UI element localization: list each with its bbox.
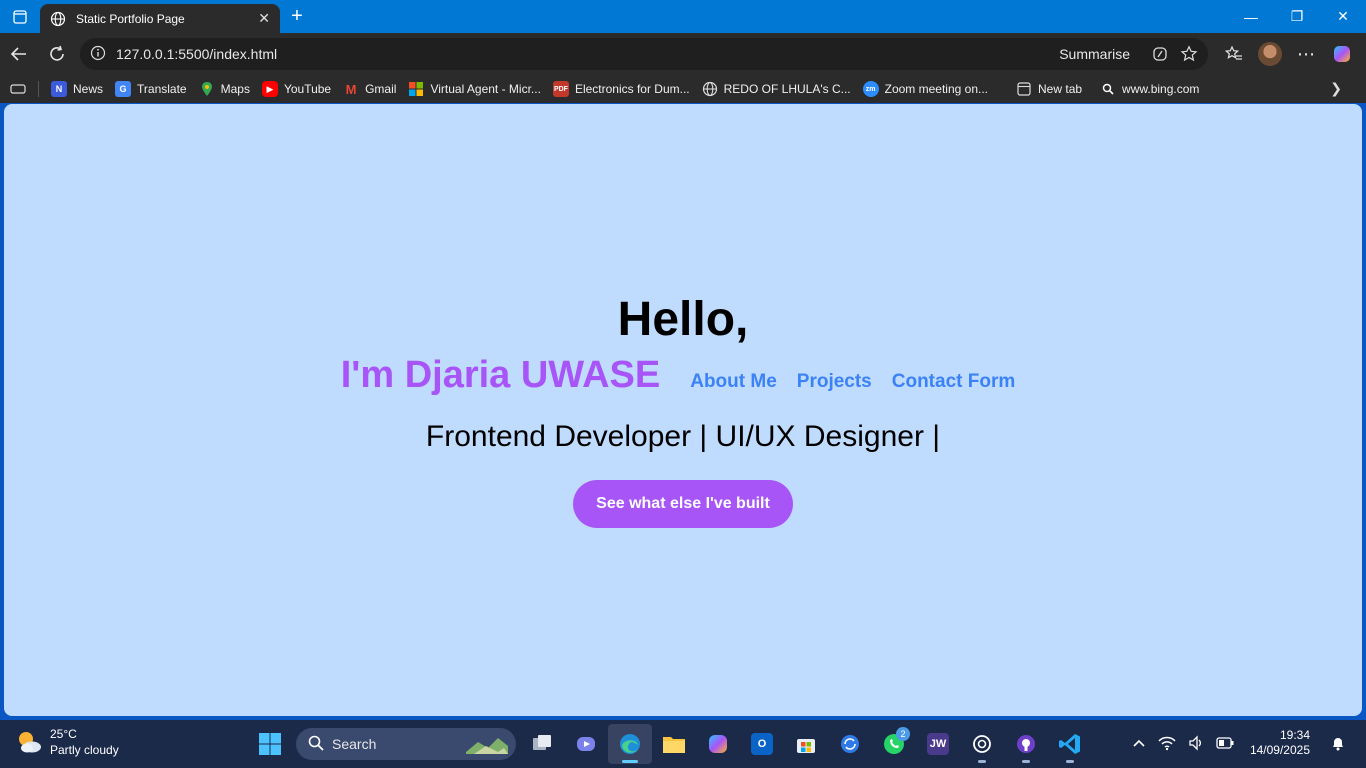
news-icon: N: [51, 81, 67, 97]
see-projects-button[interactable]: See what else I've built: [573, 480, 793, 528]
favorite-maps[interactable]: Maps: [199, 81, 250, 97]
close-tab-icon[interactable]: ✕: [258, 10, 270, 27]
browser-toolbar: 127.0.0.1:5500/index.html Summarise ⋯: [0, 33, 1366, 75]
summarise-button[interactable]: Summarise: [1059, 46, 1130, 62]
favorite-translate[interactable]: G Translate: [115, 81, 187, 97]
maps-icon: [199, 81, 215, 97]
globe-icon: [702, 81, 718, 97]
microsoft-icon: [408, 81, 424, 97]
taskbar-search[interactable]: Search: [296, 728, 516, 760]
wifi-icon[interactable]: [1158, 735, 1176, 751]
start-button[interactable]: [248, 724, 292, 764]
volume-icon[interactable]: [1188, 735, 1204, 751]
notification-bell-icon[interactable]: [1330, 735, 1346, 751]
new-tab-button[interactable]: +: [280, 0, 314, 33]
clock[interactable]: 19:34 14/09/2025: [1250, 728, 1310, 758]
favorite-electronics[interactable]: PDF Electronics for Dum...: [552, 81, 690, 97]
favorite-gmail[interactable]: M Gmail: [343, 81, 397, 97]
chevron-right-icon[interactable]: ❯: [1330, 80, 1342, 97]
favorites-bar: N News G Translate Maps ▶ YouTube M Gmai…: [0, 75, 1366, 103]
whatsapp-badge: 2: [896, 727, 910, 741]
newtab-icon: [1016, 81, 1032, 97]
favorite-new-tab[interactable]: New tab: [1016, 81, 1082, 97]
temperature: 25°C: [50, 727, 77, 741]
partly-cloudy-icon: [14, 727, 44, 757]
favorite-bing[interactable]: www.bing.com: [1100, 81, 1199, 97]
sync-app-icon[interactable]: [828, 724, 872, 764]
favorite-news[interactable]: N News: [51, 81, 103, 97]
taskbar-apps: Search O 2 JW: [248, 724, 1092, 764]
clock-time: 19:34: [1279, 728, 1310, 742]
favorite-youtube[interactable]: ▶ YouTube: [261, 81, 331, 97]
whatsapp-icon[interactable]: 2: [872, 724, 916, 764]
edge-browser-icon[interactable]: [608, 724, 652, 764]
back-icon[interactable]: [0, 38, 38, 70]
url-text[interactable]: 127.0.0.1:5500/index.html: [116, 46, 1059, 62]
vscode-icon[interactable]: [1048, 724, 1092, 764]
zoom-icon: zm: [862, 81, 879, 97]
copilot-icon[interactable]: [1324, 38, 1360, 70]
minimize-icon[interactable]: —: [1228, 0, 1274, 33]
gmail-icon: M: [345, 81, 357, 97]
search-highlight-icon: [464, 734, 510, 759]
role-subtitle: Frontend Developer | UI/UX Designer |: [425, 420, 941, 453]
name-heading: I'm Djaria UWASE: [340, 354, 661, 396]
refresh-icon[interactable]: [38, 38, 76, 70]
greeting-heading: Hello,: [617, 293, 749, 346]
profile-avatar[interactable]: [1252, 38, 1288, 70]
copilot-page-icon[interactable]: [1152, 46, 1168, 62]
tab-static-portfolio[interactable]: Static Portfolio Page ✕: [40, 4, 280, 33]
favorites-icon[interactable]: [1216, 38, 1252, 70]
teams-chat-icon[interactable]: [564, 724, 608, 764]
task-view-icon[interactable]: [520, 724, 564, 764]
tab-title: Static Portfolio Page: [76, 11, 185, 26]
nav-about-me[interactable]: About Me: [690, 371, 777, 393]
chatgpt-icon[interactable]: [960, 724, 1004, 764]
clock-date: 14/09/2025: [1249, 743, 1310, 757]
page-viewport: Hello, I'm Djaria UWASE About Me Project…: [4, 104, 1362, 716]
site-info-icon[interactable]: [90, 45, 106, 64]
chevron-up-icon[interactable]: [1132, 736, 1146, 750]
copilot-app-icon[interactable]: [696, 724, 740, 764]
system-tray: 19:34 14/09/2025: [1126, 728, 1352, 758]
github-icon[interactable]: [1004, 724, 1048, 764]
weather-widget[interactable]: 25°C Partly cloudy: [14, 726, 119, 758]
title-bar: Static Portfolio Page ✕ + — ❐ ✕: [0, 0, 1366, 33]
address-bar[interactable]: 127.0.0.1:5500/index.html Summarise: [80, 38, 1208, 70]
jw-app-icon[interactable]: JW: [916, 724, 960, 764]
microsoft-store-icon[interactable]: [784, 724, 828, 764]
hero-nav-row: I'm Djaria UWASE About Me Projects Conta…: [4, 354, 1362, 397]
reading-view-icon[interactable]: [10, 83, 26, 95]
favorite-redo[interactable]: REDO OF LHULA's C...: [702, 81, 851, 97]
weather-description: Partly cloudy: [50, 743, 119, 757]
youtube-icon: ▶: [261, 81, 278, 97]
restore-icon[interactable]: ❐: [1274, 0, 1320, 33]
pdf-icon: PDF: [552, 81, 569, 97]
nav-projects[interactable]: Projects: [797, 371, 872, 393]
outlook-icon[interactable]: O: [740, 724, 784, 764]
battery-icon[interactable]: [1216, 737, 1234, 749]
search-icon: [308, 735, 324, 754]
search-icon: [1100, 81, 1116, 97]
translate-icon: G: [115, 81, 132, 97]
favorite-star-icon[interactable]: [1180, 45, 1198, 63]
tab-actions-icon[interactable]: [0, 0, 40, 33]
favorite-virtual-agent[interactable]: Virtual Agent - Micr...: [408, 81, 541, 97]
nav-contact-form[interactable]: Contact Form: [892, 371, 1016, 393]
file-explorer-icon[interactable]: [652, 724, 696, 764]
close-window-icon[interactable]: ✕: [1320, 0, 1366, 33]
window-controls: — ❐ ✕: [1228, 0, 1366, 33]
more-options-icon[interactable]: ⋯: [1288, 38, 1324, 70]
favorite-zoom[interactable]: zm Zoom meeting on...: [862, 81, 988, 97]
globe-icon: [50, 11, 66, 27]
taskbar: 25°C Partly cloudy Search O 2 JW 19:34 1…: [0, 720, 1366, 768]
